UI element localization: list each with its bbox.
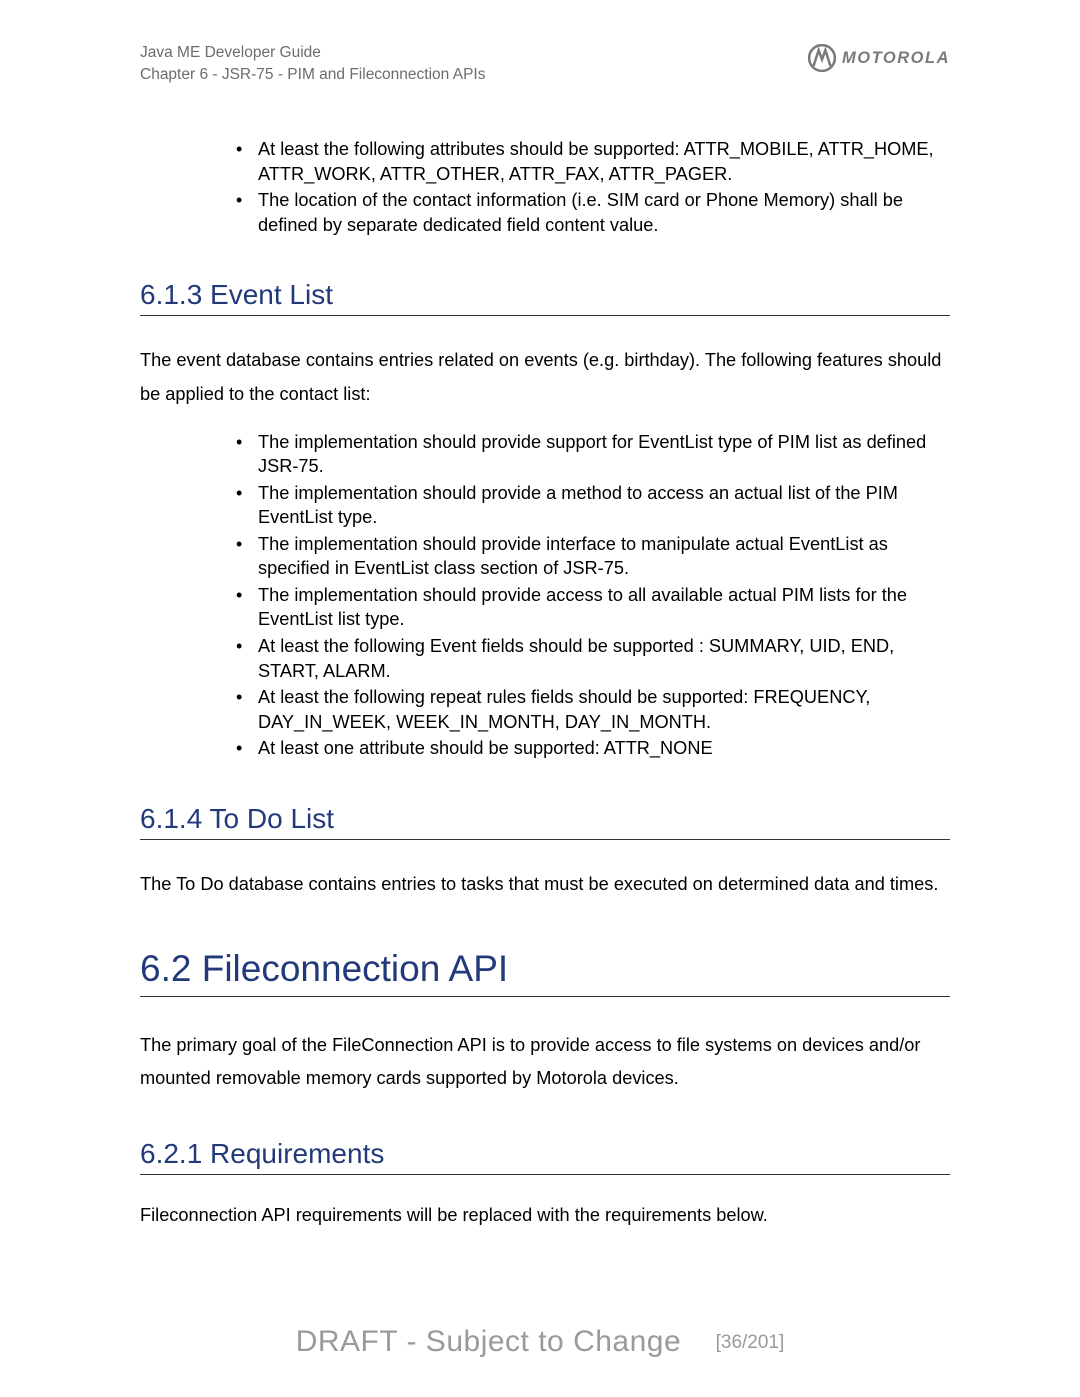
heading-fileconnection: 6.2 Fileconnection API — [140, 948, 950, 997]
brand-logo: MOTOROLA — [808, 44, 950, 72]
list-item: The implementation should provide suppor… — [236, 430, 940, 479]
todo-list-intro: The To Do database contains entries to t… — [140, 868, 950, 902]
list-item: The implementation should provide access… — [236, 583, 940, 632]
heading-event-list: 6.1.3 Event List — [140, 279, 950, 316]
brand-text: MOTOROLA — [842, 49, 950, 68]
list-item: At least the following Event fields shou… — [236, 634, 940, 683]
requirements-intro: Fileconnection API requirements will be … — [140, 1203, 950, 1228]
heading-requirements: 6.2.1 Requirements — [140, 1138, 950, 1175]
draft-watermark: DRAFT - Subject to Change — [296, 1325, 681, 1358]
top-bullet-list: At least the following attributes should… — [236, 137, 940, 237]
header-text: Java ME Developer Guide Chapter 6 - JSR-… — [140, 42, 485, 87]
header-title: Java ME Developer Guide — [140, 42, 485, 64]
header-chapter: Chapter 6 - JSR-75 - PIM and Fileconnect… — [140, 64, 485, 86]
event-list-intro: The event database contains entries rela… — [140, 344, 950, 411]
motorola-icon — [808, 44, 836, 72]
page-header: Java ME Developer Guide Chapter 6 - JSR-… — [140, 42, 950, 87]
list-item: At least the following repeat rules fiel… — [236, 685, 940, 734]
list-item: At least the following attributes should… — [236, 137, 940, 186]
heading-todo-list: 6.1.4 To Do List — [140, 803, 950, 840]
document-page: Java ME Developer Guide Chapter 6 - JSR-… — [0, 0, 1080, 1228]
list-item: The implementation should provide a meth… — [236, 481, 940, 530]
list-item: At least one attribute should be support… — [236, 736, 940, 761]
page-footer: DRAFT - Subject to Change [36/201] — [0, 1325, 1080, 1359]
list-item: The location of the contact information … — [236, 188, 940, 237]
fileconnection-intro: The primary goal of the FileConnection A… — [140, 1029, 950, 1096]
list-item: The implementation should provide interf… — [236, 532, 940, 581]
page-number: [36/201] — [716, 1332, 785, 1353]
event-list-bullets: The implementation should provide suppor… — [236, 430, 940, 761]
